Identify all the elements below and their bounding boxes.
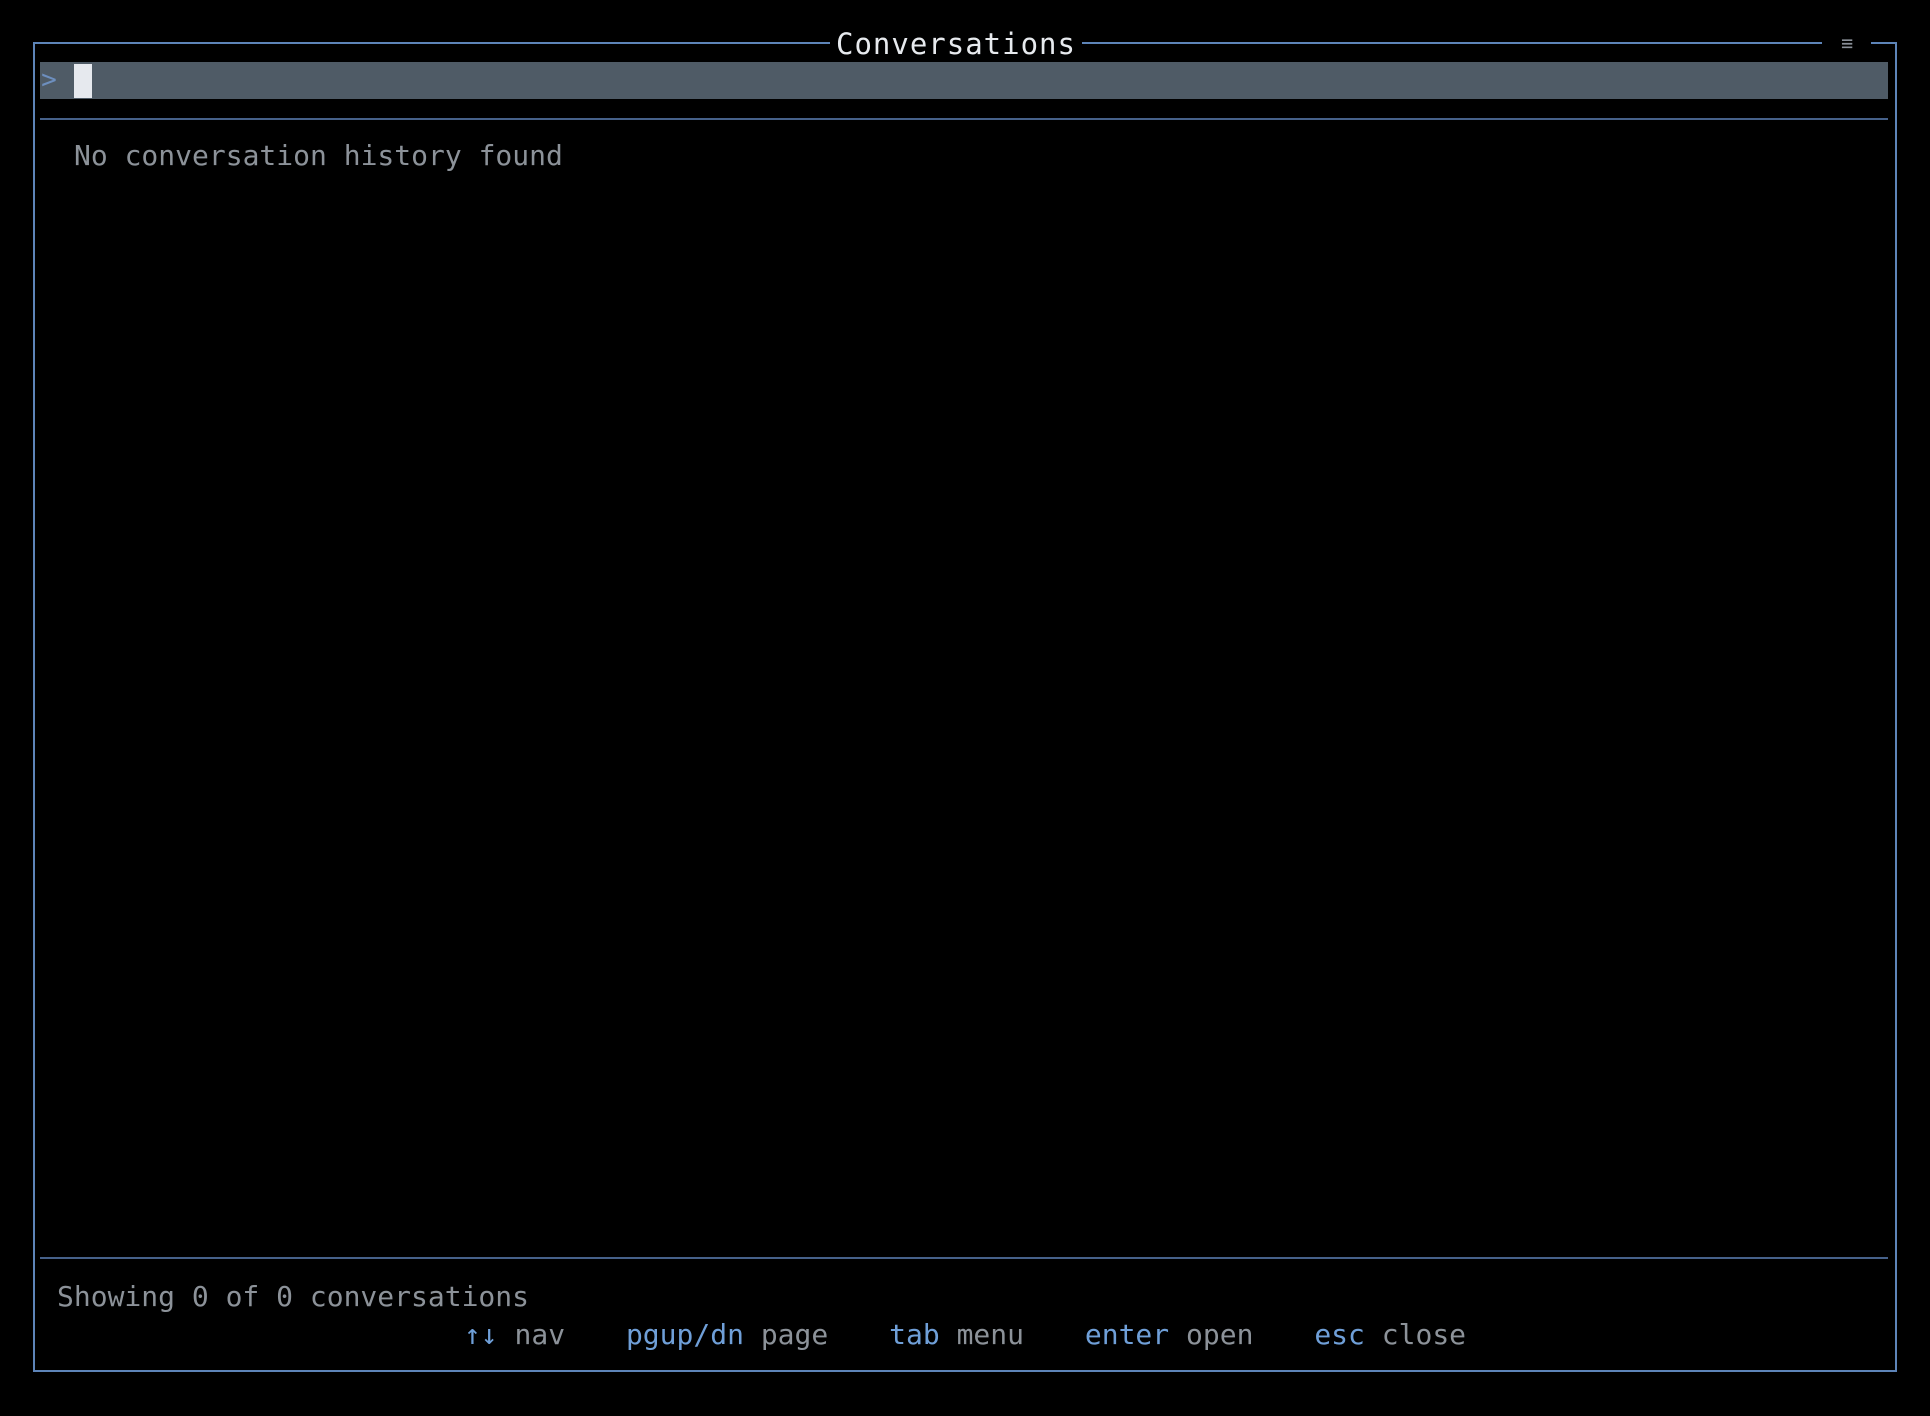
- hint-close: esc close: [1314, 1315, 1466, 1355]
- frame-top-border-corner: [1871, 42, 1897, 44]
- search-bar[interactable]: >: [40, 62, 1888, 99]
- hint-menu: tab menu: [889, 1315, 1024, 1355]
- search-input[interactable]: [98, 62, 1878, 99]
- hint-key: esc: [1314, 1318, 1365, 1351]
- frame-top-border-right: [1082, 42, 1822, 44]
- hint-nav: ↑↓ nav: [464, 1315, 565, 1355]
- hint-desc: page: [760, 1318, 829, 1351]
- menu-icon[interactable]: ≡: [1832, 26, 1862, 60]
- keyboard-hints: ↑↓ nav pgup/dn page tab menu enter open …: [0, 1315, 1930, 1355]
- search-divider: [40, 118, 1888, 120]
- hint-key: enter: [1084, 1318, 1170, 1351]
- hint-desc: open: [1186, 1318, 1254, 1351]
- conversations-panel-frame: [33, 42, 1897, 1372]
- empty-list-message: No conversation history found: [74, 139, 563, 172]
- prompt-chevron-icon: >: [41, 65, 57, 95]
- hint-key: pgup/dn: [625, 1318, 744, 1351]
- conversation-count-status: Showing 0 of 0 conversations: [57, 1280, 530, 1313]
- hint-key: tab: [889, 1318, 940, 1351]
- hint-page: pgup/dn page: [626, 1315, 828, 1355]
- footer-divider: [40, 1257, 1888, 1259]
- panel-title: Conversations: [836, 27, 1076, 61]
- hint-open: enter open: [1085, 1315, 1254, 1355]
- hint-desc: nav: [514, 1318, 566, 1351]
- hint-desc: menu: [956, 1318, 1024, 1351]
- frame-top-border-left: [33, 42, 830, 44]
- hint-desc: close: [1381, 1318, 1467, 1351]
- hint-key: ↑↓: [463, 1318, 498, 1351]
- text-cursor: [74, 64, 92, 98]
